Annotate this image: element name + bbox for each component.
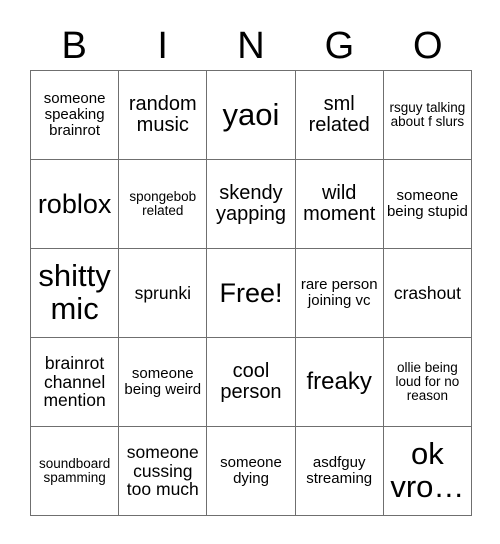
- bingo-square[interactable]: wild moment: [295, 160, 384, 249]
- bingo-square[interactable]: crashout: [383, 249, 472, 338]
- bingo-square[interactable]: cool person: [207, 338, 296, 427]
- bingo-square[interactable]: sml related: [295, 71, 384, 160]
- bingo-square-label: soundboard spamming: [38, 455, 111, 485]
- bingo-square-label: random music: [128, 92, 197, 136]
- bingo-square-label: crashout: [393, 282, 461, 303]
- bingo-square-label: rare person joining vc: [300, 276, 378, 309]
- bingo-header-letter-b: B: [61, 25, 87, 67]
- bingo-square-label: roblox: [37, 188, 112, 219]
- bingo-square[interactable]: someone being stupid: [383, 160, 472, 249]
- bingo-square-label: someone being weird: [124, 365, 202, 398]
- bingo-square[interactable]: random music: [119, 71, 208, 160]
- bingo-square-label: someone dying: [220, 454, 282, 487]
- bingo-square[interactable]: freaky: [295, 338, 384, 427]
- bingo-square-label: sml related: [308, 92, 370, 136]
- bingo-square[interactable]: soundboard spamming: [31, 427, 120, 516]
- bingo-square[interactable]: someone dying: [207, 427, 296, 516]
- bingo-square-label: ok vro…: [390, 436, 465, 504]
- bingo-square[interactable]: someone cussing too much: [119, 427, 208, 516]
- bingo-square[interactable]: someone speaking brainrot: [31, 71, 120, 160]
- bingo-square-label: sprunki: [134, 282, 191, 303]
- bingo-square[interactable]: rare person joining vc: [295, 249, 384, 338]
- bingo-square[interactable]: skendy yapping: [207, 160, 296, 249]
- bingo-square-label: ollie being loud for no reason: [395, 359, 460, 404]
- bingo-square[interactable]: someone being weird: [119, 338, 208, 427]
- bingo-grid: someone speaking brainrot random music yao…: [30, 70, 472, 516]
- bingo-square-label: rsguy talking about f slurs: [389, 99, 466, 129]
- bingo-square-label: yaoi: [222, 96, 280, 132]
- bingo-header-letter-o: O: [413, 25, 443, 67]
- bingo-square-label: someone cussing too much: [126, 442, 199, 500]
- bingo-square-label: shitty mic: [38, 258, 111, 326]
- bingo-square-label: asdfguy streaming: [306, 454, 373, 487]
- bingo-card: B I N G O someone speaking brainrot rando…: [0, 0, 500, 544]
- bingo-square[interactable]: shitty mic: [31, 249, 120, 338]
- bingo-square[interactable]: roblox: [31, 160, 120, 249]
- bingo-square-label: brainrot channel mention: [43, 353, 106, 411]
- bingo-header-letter-g: G: [324, 25, 355, 67]
- bingo-square-label: skendy yapping: [215, 181, 287, 225]
- bingo-header-letter-n: N: [237, 25, 265, 67]
- bingo-square[interactable]: sprunki: [119, 249, 208, 338]
- bingo-free-space[interactable]: Free!: [207, 249, 296, 338]
- bingo-header-letter-i: I: [157, 25, 168, 67]
- bingo-square[interactable]: asdfguy streaming: [295, 427, 384, 516]
- bingo-square-label: cool person: [220, 359, 282, 403]
- bingo-square[interactable]: ok vro…: [383, 427, 472, 516]
- bingo-square-label: wild moment: [303, 181, 376, 225]
- bingo-square-label: freaky: [306, 368, 372, 396]
- bingo-square[interactable]: rsguy talking about f slurs: [383, 71, 472, 160]
- bingo-square[interactable]: brainrot channel mention: [31, 338, 120, 427]
- bingo-square-label: Free!: [219, 277, 283, 308]
- bingo-square-label: someone being stupid: [386, 187, 468, 220]
- bingo-square-label: someone speaking brainrot: [43, 90, 106, 139]
- bingo-square-label: spongebob related: [129, 188, 197, 218]
- bingo-square[interactable]: spongebob related: [119, 160, 208, 249]
- bingo-square[interactable]: ollie being loud for no reason: [383, 338, 472, 427]
- bingo-header: B I N G O: [30, 22, 472, 70]
- bingo-square[interactable]: yaoi: [207, 71, 296, 160]
